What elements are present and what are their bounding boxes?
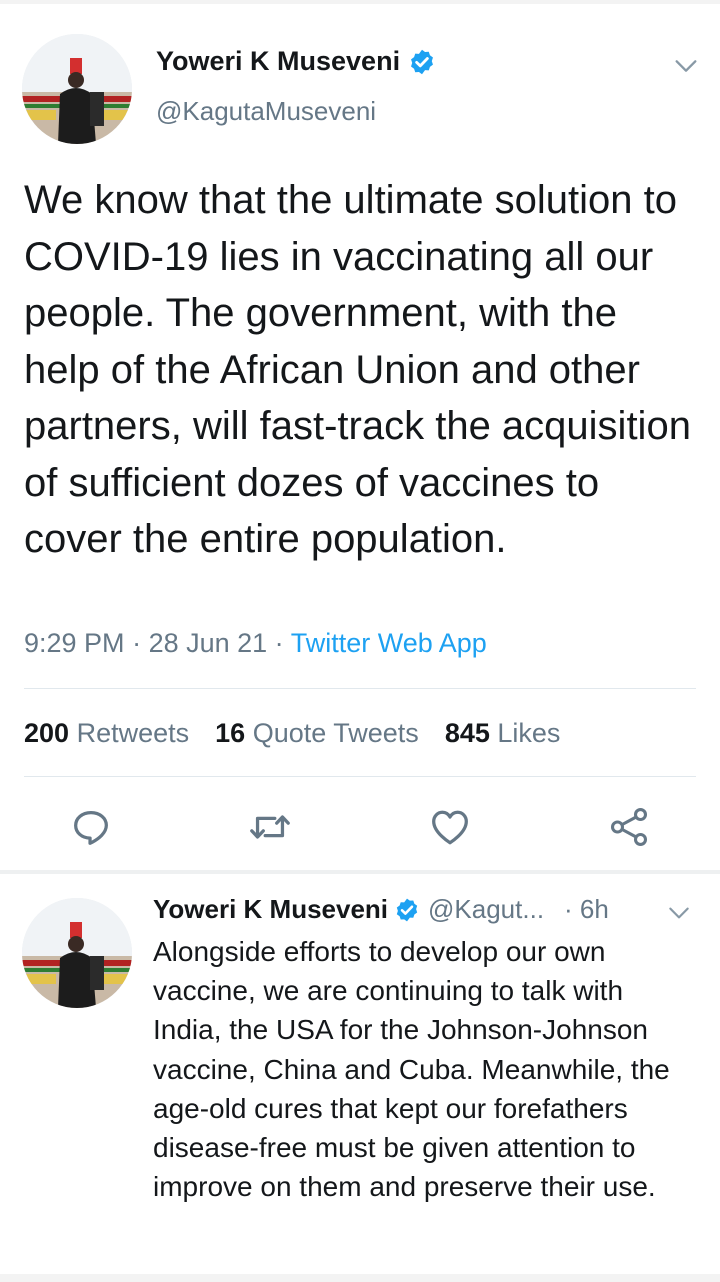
- avatar-image: [22, 34, 132, 144]
- author-handle[interactable]: @KagutaMuseveni: [156, 96, 376, 127]
- retweets-label: Retweets: [76, 718, 190, 748]
- avatar[interactable]: [22, 898, 132, 1008]
- divider: [24, 776, 696, 777]
- tweet-time: 9:29 PM: [24, 628, 125, 658]
- tweet-date: 28 Jun 21: [148, 628, 268, 658]
- retweet-icon[interactable]: [247, 804, 293, 850]
- author-name[interactable]: Yoweri K Museveni: [156, 46, 436, 77]
- reply-icon[interactable]: [68, 804, 114, 850]
- author-name-text: Yoweri K Museveni: [156, 46, 401, 76]
- share-icon[interactable]: [606, 804, 652, 850]
- retweets-stat[interactable]: 200 Retweets: [24, 718, 189, 749]
- tweet-text: We know that the ultimate solution to CO…: [24, 178, 691, 561]
- tweet-actions: [0, 804, 720, 852]
- author-name[interactable]: Yoweri K Museveni: [153, 894, 388, 925]
- author-handle[interactable]: @Kagut...: [428, 894, 544, 925]
- quote-tweets-label: Quote Tweets: [252, 718, 419, 748]
- main-tweet: Yoweri K Museveni @KagutaMuseveni We kno…: [0, 4, 720, 870]
- quote-tweets-count: 16: [215, 718, 246, 748]
- tweet-stats: 200 Retweets 16 Quote Tweets 845 Likes: [24, 718, 586, 749]
- quote-tweets-stat[interactable]: 16 Quote Tweets: [215, 718, 419, 749]
- avatar[interactable]: [22, 34, 132, 144]
- verified-badge-icon: [394, 897, 420, 923]
- likes-stat[interactable]: 845 Likes: [445, 718, 561, 749]
- reply-tweet[interactable]: Yoweri K Museveni @Kagut... · 6h Alongsi…: [0, 874, 720, 1274]
- bottom-edge: [0, 1274, 720, 1282]
- avatar-image: [22, 898, 132, 1008]
- tweet-source-link[interactable]: Twitter Web App: [291, 628, 487, 658]
- meta-separator: ·: [124, 628, 149, 658]
- like-icon[interactable]: [427, 804, 473, 850]
- chevron-down-icon[interactable]: [672, 52, 700, 80]
- divider: [24, 688, 696, 689]
- verified-badge-icon: [408, 48, 436, 76]
- chevron-down-icon[interactable]: [666, 900, 692, 926]
- meta-separator: ·: [267, 628, 291, 658]
- tweet-time: · 6h: [564, 894, 609, 924]
- likes-count: 845: [444, 718, 490, 748]
- tweet-text: Alongside efforts to develop our own vac…: [153, 936, 670, 1203]
- reply-header: Yoweri K Museveni @Kagut... · 6h: [153, 894, 701, 925]
- retweets-count: 200: [24, 718, 70, 748]
- tweet-timestamp: 9:29 PM · 28 Jun 21 · Twitter Web App: [24, 628, 487, 659]
- likes-label: Likes: [497, 718, 561, 748]
